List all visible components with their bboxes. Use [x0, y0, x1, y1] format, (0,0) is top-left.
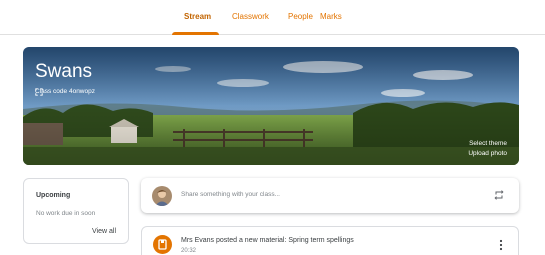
- repost-icon[interactable]: [493, 189, 505, 201]
- avatar-image: [152, 186, 172, 206]
- tab-people[interactable]: People: [288, 12, 313, 21]
- more-vert-icon[interactable]: [499, 239, 503, 251]
- fullscreen-icon[interactable]: [35, 88, 43, 96]
- upcoming-title: Upcoming: [36, 192, 71, 199]
- material-icon: [153, 235, 172, 254]
- share-input[interactable]: Share something with your class...: [181, 191, 280, 198]
- select-theme-link[interactable]: Select theme: [469, 140, 507, 147]
- upload-photo-link[interactable]: Upload photo: [468, 150, 507, 157]
- top-nav: Stream Classwork People Marks: [0, 0, 545, 35]
- class-code: Class code 4onwopz: [35, 88, 95, 96]
- active-tab-indicator: [172, 32, 219, 35]
- book-icon: [158, 239, 167, 250]
- share-box[interactable]: Share something with your class...: [141, 178, 519, 213]
- post-time: 20:32: [181, 248, 197, 254]
- banner-landscape-image: [23, 47, 519, 165]
- class-name: Swans: [35, 61, 93, 82]
- view-all-link[interactable]: View all: [92, 228, 116, 235]
- post-title: Mrs Evans posted a new material: Spring …: [181, 237, 354, 244]
- tab-stream[interactable]: Stream: [184, 12, 211, 21]
- avatar: [152, 186, 172, 206]
- upcoming-empty-text: No work due in soon: [36, 210, 96, 217]
- class-banner: Swans Class code 4onwopz Select theme Up…: [23, 47, 519, 165]
- tab-classwork[interactable]: Classwork: [232, 12, 269, 21]
- stream-post[interactable]: Mrs Evans posted a new material: Spring …: [141, 226, 519, 255]
- class-code-text: Class code 4onwopz: [35, 88, 95, 95]
- upcoming-card: Upcoming No work due in soon View all: [23, 178, 129, 244]
- tab-marks[interactable]: Marks: [320, 12, 342, 21]
